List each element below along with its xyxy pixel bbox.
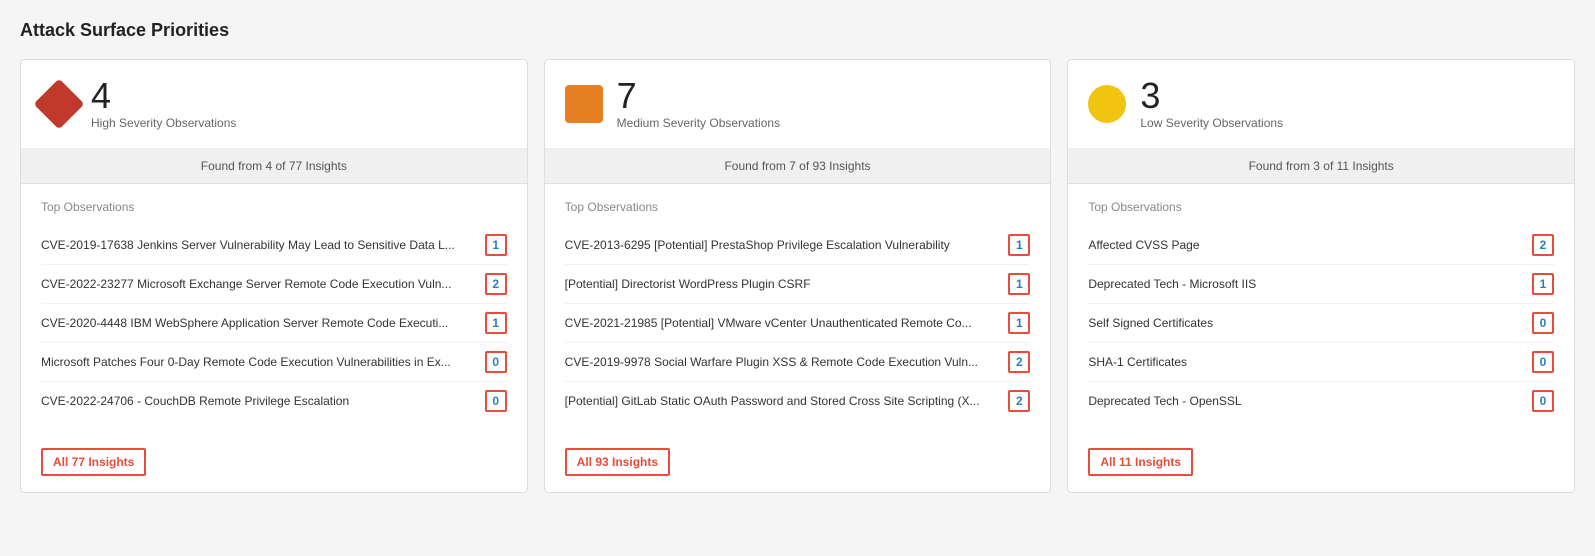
observation-badge: 1 bbox=[485, 312, 507, 334]
card-header-medium: 7 Medium Severity Observations bbox=[545, 60, 1051, 149]
page-title: Attack Surface Priorities bbox=[20, 20, 1575, 41]
low-count: 3 bbox=[1140, 78, 1283, 114]
observation-badge: 2 bbox=[485, 273, 507, 295]
observation-text: CVE-2019-17638 Jenkins Server Vulnerabil… bbox=[41, 238, 477, 252]
list-item[interactable]: CVE-2013-6295 [Potential] PrestaShop Pri… bbox=[565, 226, 1031, 265]
observation-badge: 2 bbox=[1008, 351, 1030, 373]
high-insights-link[interactable]: All 77 Insights bbox=[41, 448, 146, 476]
list-item[interactable]: Deprecated Tech - OpenSSL 0 bbox=[1088, 382, 1554, 420]
observation-badge: 0 bbox=[485, 390, 507, 412]
observation-badge: 2 bbox=[1532, 234, 1554, 256]
medium-insights-link[interactable]: All 93 Insights bbox=[565, 448, 670, 476]
observation-badge: 0 bbox=[1532, 312, 1554, 334]
card-medium: 7 Medium Severity Observations Found from … bbox=[544, 59, 1052, 493]
list-item[interactable]: CVE-2021-21985 [Potential] VMware vCente… bbox=[565, 304, 1031, 343]
cards-container: 4 High Severity Observations Found from 4 … bbox=[20, 59, 1575, 493]
list-item[interactable]: [Potential] GitLab Static OAuth Password… bbox=[565, 382, 1031, 420]
observation-badge: 1 bbox=[1008, 273, 1030, 295]
medium-count: 7 bbox=[617, 78, 780, 114]
observation-text: Deprecated Tech - Microsoft IIS bbox=[1088, 277, 1524, 291]
low-found-bar: Found from 3 of 11 Insights bbox=[1068, 149, 1574, 184]
observation-badge: 1 bbox=[1532, 273, 1554, 295]
list-item[interactable]: CVE-2019-9978 Social Warfare Plugin XSS … bbox=[565, 343, 1031, 382]
observation-badge: 2 bbox=[1008, 390, 1030, 412]
observation-text: Affected CVSS Page bbox=[1088, 238, 1524, 252]
observation-text: Deprecated Tech - OpenSSL bbox=[1088, 394, 1524, 408]
observation-text: CVE-2021-21985 [Potential] VMware vCente… bbox=[565, 316, 1001, 330]
high-observation-list: CVE-2019-17638 Jenkins Server Vulnerabil… bbox=[41, 226, 507, 420]
high-top-observations-label: Top Observations bbox=[41, 200, 507, 214]
list-item[interactable]: [Potential] Directorist WordPress Plugin… bbox=[565, 265, 1031, 304]
list-item[interactable]: Microsoft Patches Four 0-Day Remote Code… bbox=[41, 343, 507, 382]
list-item[interactable]: Self Signed Certificates 0 bbox=[1088, 304, 1554, 343]
list-item[interactable]: CVE-2022-23277 Microsoft Exchange Server… bbox=[41, 265, 507, 304]
card-high: 4 High Severity Observations Found from 4 … bbox=[20, 59, 528, 493]
medium-observation-list: CVE-2013-6295 [Potential] PrestaShop Pri… bbox=[565, 226, 1031, 420]
observation-text: SHA-1 Certificates bbox=[1088, 355, 1524, 369]
observation-badge: 1 bbox=[1008, 234, 1030, 256]
high-found-bar: Found from 4 of 77 Insights bbox=[21, 149, 527, 184]
observation-text: Self Signed Certificates bbox=[1088, 316, 1524, 330]
observation-badge: 1 bbox=[485, 234, 507, 256]
list-item[interactable]: CVE-2022-24706 - CouchDB Remote Privileg… bbox=[41, 382, 507, 420]
observation-text: [Potential] GitLab Static OAuth Password… bbox=[565, 394, 1001, 408]
list-item[interactable]: Deprecated Tech - Microsoft IIS 1 bbox=[1088, 265, 1554, 304]
medium-top-observations-label: Top Observations bbox=[565, 200, 1031, 214]
low-observation-list: Affected CVSS Page 2 Deprecated Tech - Mic… bbox=[1088, 226, 1554, 420]
observation-text: [Potential] Directorist WordPress Plugin… bbox=[565, 277, 1001, 291]
low-insights-link[interactable]: All 11 Insights bbox=[1088, 448, 1193, 476]
medium-found-bar: Found from 7 of 93 Insights bbox=[545, 149, 1051, 184]
observation-badge: 0 bbox=[485, 351, 507, 373]
observation-text: CVE-2013-6295 [Potential] PrestaShop Pri… bbox=[565, 238, 1001, 252]
medium-severity-icon bbox=[565, 85, 603, 123]
card-header-high: 4 High Severity Observations bbox=[21, 60, 527, 149]
high-count: 4 bbox=[91, 78, 236, 114]
list-item[interactable]: Affected CVSS Page 2 bbox=[1088, 226, 1554, 265]
high-severity-icon bbox=[34, 79, 85, 130]
observation-text: CVE-2022-23277 Microsoft Exchange Server… bbox=[41, 277, 477, 291]
observation-badge: 0 bbox=[1532, 390, 1554, 412]
card-low: 3 Low Severity Observations Found from 3 o… bbox=[1067, 59, 1575, 493]
observation-text: CVE-2020-4448 IBM WebSphere Application … bbox=[41, 316, 477, 330]
medium-severity-label: Medium Severity Observations bbox=[617, 116, 780, 130]
high-severity-label: High Severity Observations bbox=[91, 116, 236, 130]
list-item[interactable]: CVE-2019-17638 Jenkins Server Vulnerabil… bbox=[41, 226, 507, 265]
card-header-low: 3 Low Severity Observations bbox=[1068, 60, 1574, 149]
observation-badge: 1 bbox=[1008, 312, 1030, 334]
list-item[interactable]: SHA-1 Certificates 0 bbox=[1088, 343, 1554, 382]
low-top-observations-label: Top Observations bbox=[1088, 200, 1554, 214]
low-severity-label: Low Severity Observations bbox=[1140, 116, 1283, 130]
observation-text: CVE-2019-9978 Social Warfare Plugin XSS … bbox=[565, 355, 1001, 369]
observation-badge: 0 bbox=[1532, 351, 1554, 373]
low-severity-icon bbox=[1088, 85, 1126, 123]
list-item[interactable]: CVE-2020-4448 IBM WebSphere Application … bbox=[41, 304, 507, 343]
observation-text: CVE-2022-24706 - CouchDB Remote Privileg… bbox=[41, 394, 477, 408]
observation-text: Microsoft Patches Four 0-Day Remote Code… bbox=[41, 355, 477, 369]
